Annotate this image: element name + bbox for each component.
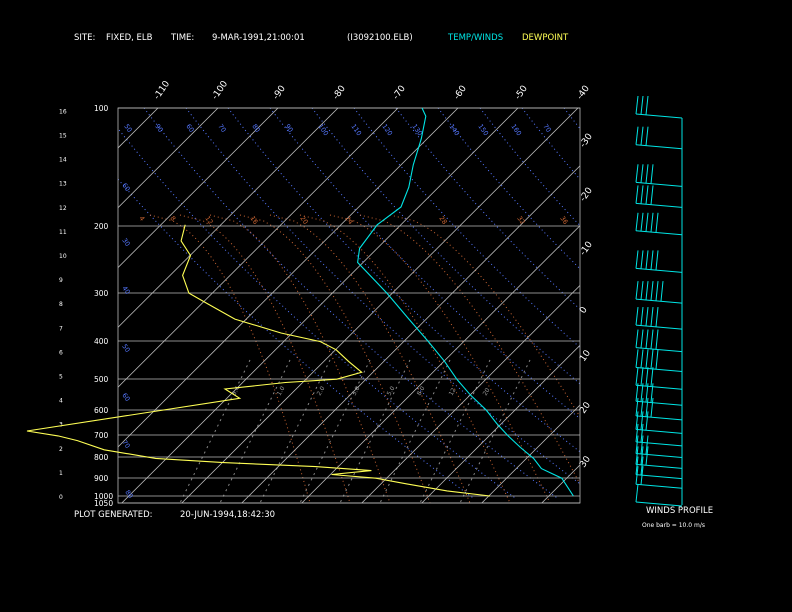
wind-barb-shaft (635, 230, 683, 236)
wind-barb-feather (650, 281, 654, 301)
wind-barb-feather (650, 349, 654, 369)
wind-barb-feather (645, 281, 649, 300)
wind-barb-feather (655, 281, 659, 301)
wind-barb-feather (635, 281, 639, 300)
winds-profile (635, 95, 683, 507)
wind-barb-feather (635, 367, 639, 386)
wind-barb-feather (640, 307, 644, 326)
wind-barb-feather (640, 281, 644, 300)
wind-barb-shaft (635, 267, 683, 273)
wind-barb-feather (635, 250, 639, 269)
wind-barb-feather (635, 95, 639, 115)
wind-barb-feather (645, 329, 649, 349)
wind-barb-feather (645, 349, 649, 369)
wind-barb-feather (645, 95, 649, 115)
wind-barb-feather (655, 307, 659, 327)
wind-barb-shaft (635, 324, 683, 330)
wind-barb-feather (640, 95, 644, 115)
wind-barb-feather (650, 250, 654, 270)
wind-barb-feather (635, 483, 639, 503)
wind-barb-feather (640, 367, 644, 386)
wind-barb-shaft (635, 113, 683, 119)
wind-barb-feather (645, 212, 649, 232)
wind-barb-feather (645, 126, 649, 146)
wind-barb-feather (640, 250, 644, 269)
plot-generated-label: PLOT GENERATED: (74, 510, 153, 520)
wind-barb-feather (640, 164, 644, 183)
wind-barb-feather (645, 250, 649, 270)
wind-barb-shaft (635, 202, 683, 208)
wind-barb-feather (645, 367, 649, 387)
wind-barb-feather (635, 349, 639, 368)
wind-barb-feather (635, 307, 639, 326)
wind-barb-feather (650, 164, 654, 184)
wind-barb-shaft (635, 144, 683, 150)
wind-barb-feather (635, 164, 639, 183)
wind-barb-feather (635, 329, 639, 348)
wind-barb-feather (655, 329, 659, 350)
winds-profile-title: WINDS PROFILE (646, 506, 714, 516)
wind-barb-feather (645, 185, 649, 205)
wind-barb-feather (640, 126, 644, 146)
plot-generated-value: 20-JUN-1994,18:42:30 (180, 510, 276, 520)
wind-barb-shaft (635, 415, 683, 421)
wind-barb-feather (650, 307, 654, 327)
wind-barb-feather (635, 185, 639, 204)
wind-barb-shaft (635, 483, 683, 489)
wind-barb-shaft (635, 428, 683, 434)
wind-barb-shaft (635, 298, 683, 304)
wind-barb-feather (655, 349, 659, 370)
wind-barb-feather (655, 212, 659, 233)
wind-barb-feather (640, 329, 644, 349)
barb-note: One barb = 10.0 m/s (642, 522, 705, 529)
wind-barb-feather (640, 212, 644, 232)
wind-barb-feather (640, 185, 644, 204)
wind-barb-feather (655, 250, 659, 271)
wind-barb-feather (645, 164, 649, 184)
wind-barb-feather (650, 329, 654, 349)
wind-barb-shaft (635, 474, 683, 480)
wind-barb-feather (640, 349, 644, 368)
wind-barb-feather (660, 281, 664, 302)
wind-barb-feather (635, 212, 639, 231)
wind-barb-feather (645, 307, 649, 326)
wind-barb-feather (635, 126, 639, 145)
wind-barb-feather (650, 212, 654, 233)
wind-barb-feather (650, 185, 654, 205)
wind-barb-shaft (635, 441, 683, 447)
